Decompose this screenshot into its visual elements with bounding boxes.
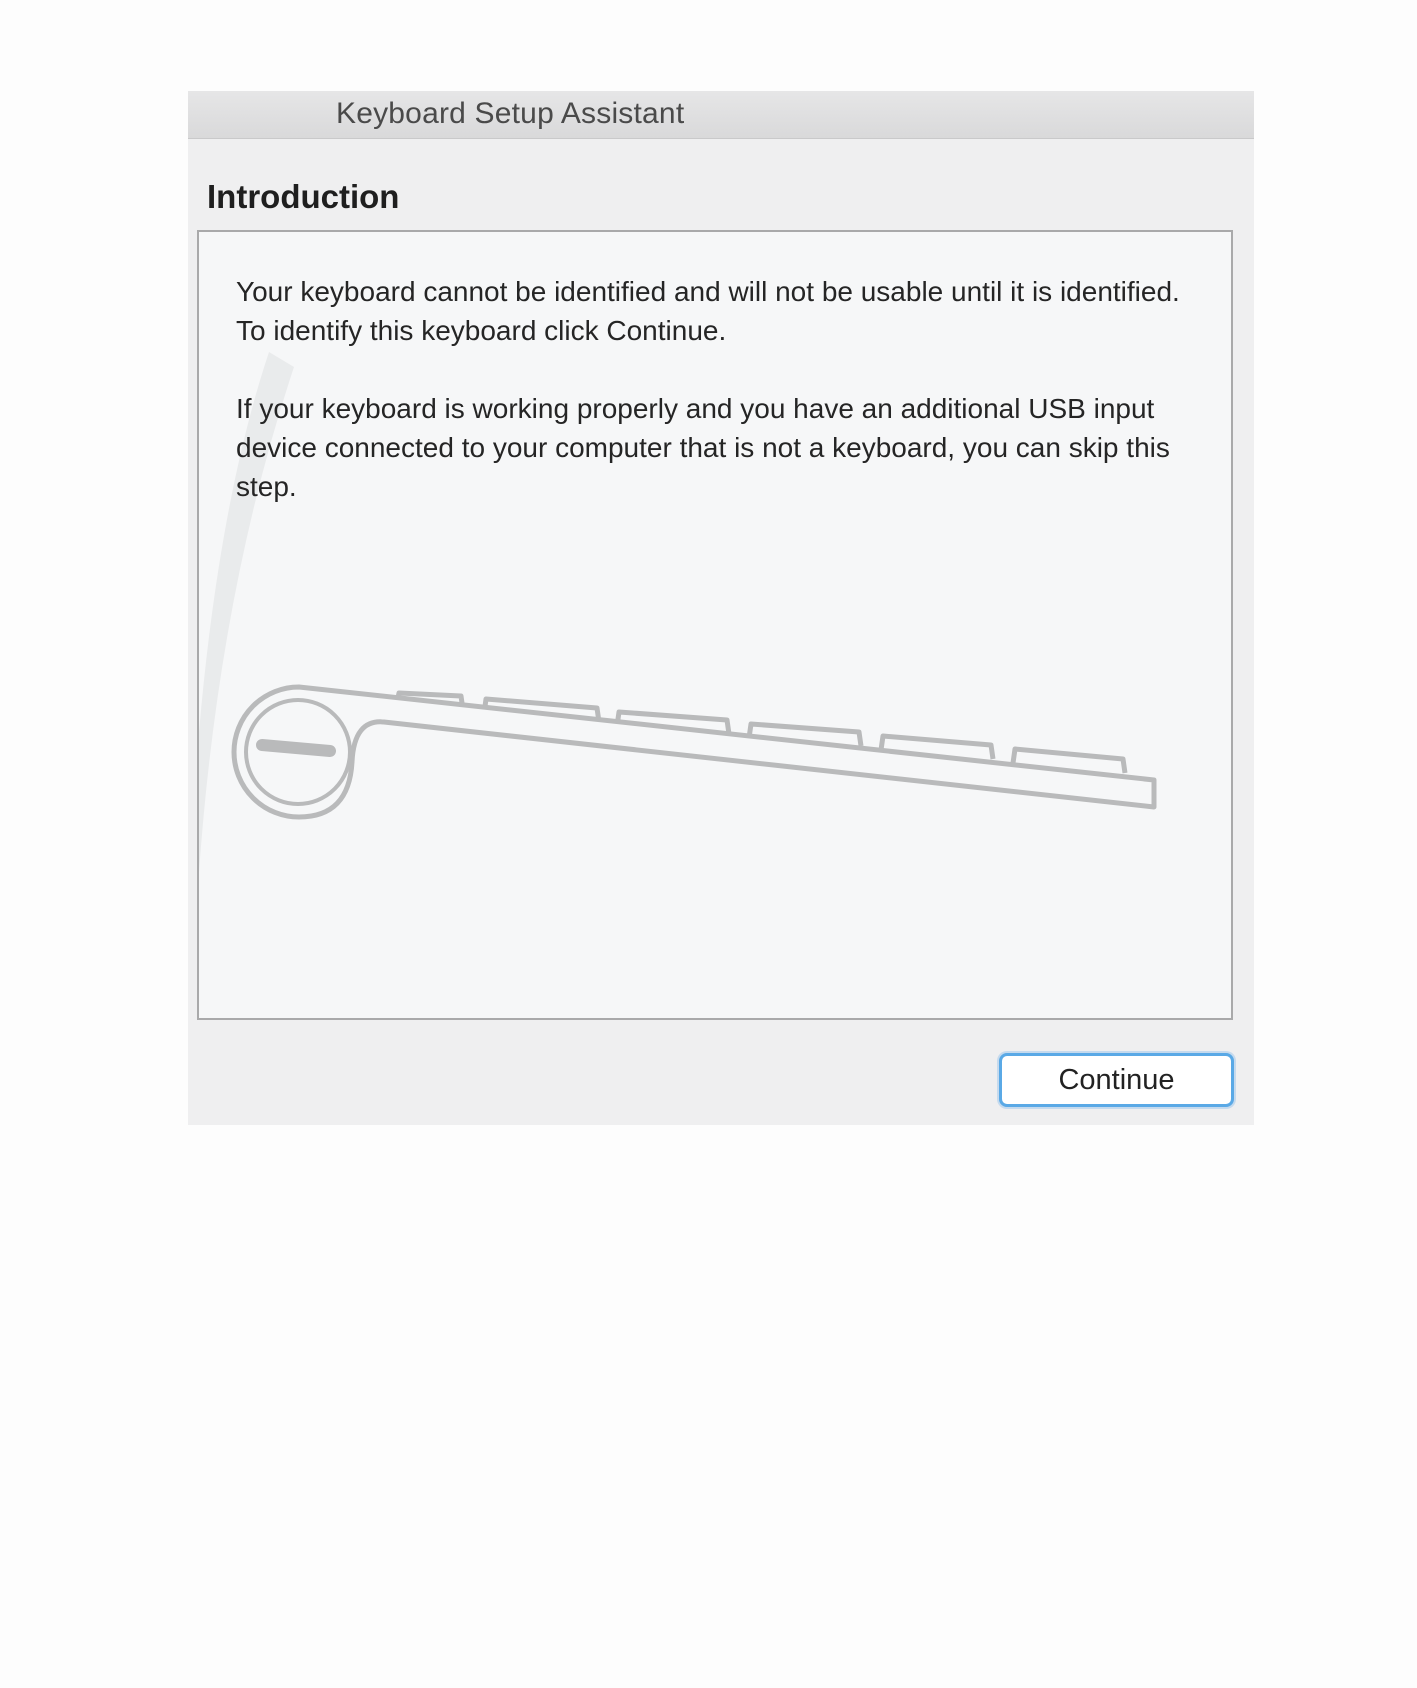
intro-paragraph: Your keyboard cannot be identified and w… <box>236 276 1180 346</box>
continue-button[interactable]: Continue <box>999 1053 1234 1107</box>
setup-assistant-window: Keyboard Setup Assistant Introduction Yo… <box>188 91 1254 1125</box>
title-bar[interactable]: Keyboard Setup Assistant <box>188 91 1254 139</box>
page-title: Introduction <box>207 178 400 215</box>
window-title: Keyboard Setup Assistant <box>336 97 685 130</box>
content-panel: Your keyboard cannot be identified and w… <box>197 230 1233 1020</box>
intro-text: Your keyboard cannot be identified and w… <box>236 272 1196 545</box>
intro-paragraph: If your keyboard is working properly and… <box>236 393 1170 502</box>
